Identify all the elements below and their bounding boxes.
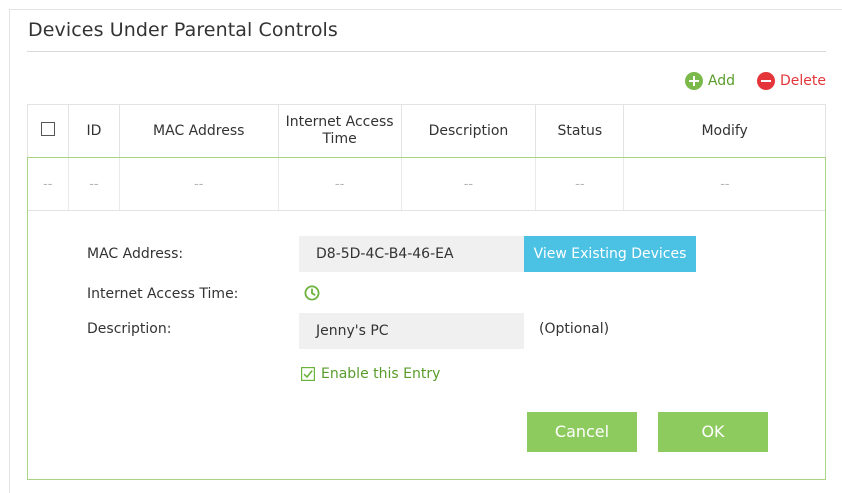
add-button[interactable]: Add bbox=[684, 72, 735, 90]
column-header-modify: Modify bbox=[623, 104, 826, 158]
ok-button[interactable]: OK bbox=[658, 412, 768, 452]
table-header-row: ID MAC Address Internet Access Time Desc… bbox=[27, 104, 826, 158]
view-existing-devices-button[interactable]: View Existing Devices bbox=[524, 236, 696, 272]
delete-button[interactable]: Delete bbox=[757, 72, 826, 90]
mac-address-label: MAC Address: bbox=[87, 246, 184, 262]
table-actions: Add Delete bbox=[684, 72, 826, 90]
delete-label: Delete bbox=[780, 73, 826, 89]
description-label: Description: bbox=[87, 321, 172, 337]
checkbox-checked-icon bbox=[301, 367, 315, 381]
select-all-checkbox[interactable] bbox=[40, 121, 55, 136]
section-title: Devices Under Parental Controls bbox=[28, 19, 338, 41]
enable-entry-checkbox[interactable]: Enable this Entry bbox=[301, 366, 440, 382]
internet-access-time-label: Internet Access Time: bbox=[87, 286, 239, 302]
plus-circle-icon bbox=[684, 72, 703, 90]
column-header-internet-access-time: Internet Access Time bbox=[277, 104, 402, 158]
add-label: Add bbox=[707, 73, 735, 89]
optional-hint: (Optional) bbox=[539, 321, 610, 337]
title-divider bbox=[27, 51, 826, 52]
select-all-cell bbox=[27, 104, 69, 158]
minus-circle-icon bbox=[757, 72, 775, 90]
mac-address-field[interactable]: D8-5D-4C-B4-46-EA bbox=[299, 236, 524, 272]
column-header-mac-address: MAC Address bbox=[118, 104, 279, 158]
column-header-description: Description bbox=[400, 104, 537, 158]
description-field[interactable]: Jenny's PC bbox=[299, 313, 524, 349]
clock-icon[interactable] bbox=[304, 285, 320, 301]
column-header-id: ID bbox=[67, 104, 120, 158]
enable-entry-label: Enable this Entry bbox=[321, 366, 441, 382]
cancel-button[interactable]: Cancel bbox=[527, 412, 637, 452]
row-divider bbox=[28, 210, 825, 211]
edit-entry-panel: MAC Address: D8-5D-4C-B4-46-EA View Exis… bbox=[27, 157, 826, 480]
column-header-status: Status bbox=[535, 104, 625, 158]
